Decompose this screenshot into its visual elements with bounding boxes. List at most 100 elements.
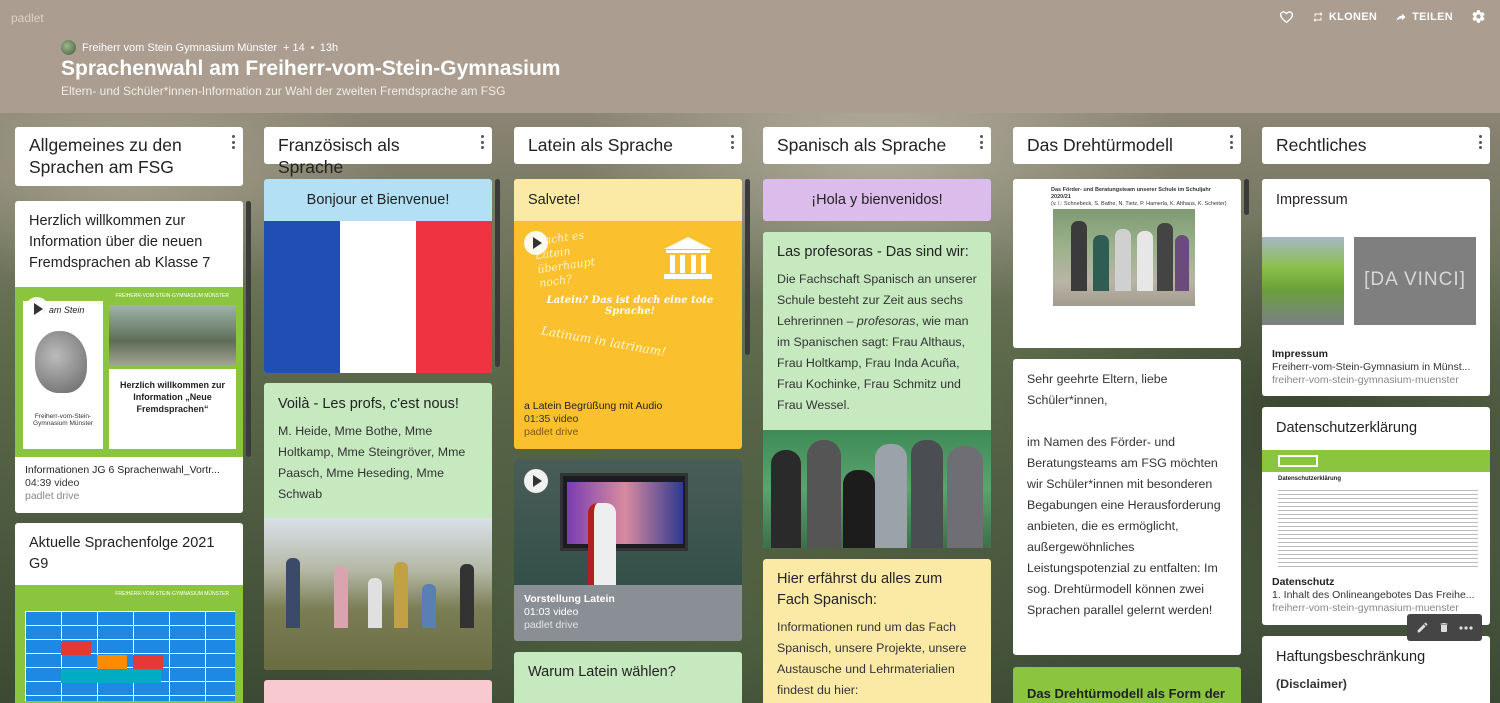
column-spanisch: Spanisch als Sprache ¡Hola y bienvenidos… [763,127,991,703]
post-title: Bonjour et Bienvenue! [306,192,450,208]
board-title: Sprachenwahl am Freiherr-vom-Stein-Gymna… [61,57,561,80]
post-card[interactable]: Bonjour et Bienvenue! [264,179,492,373]
post-title: Hier erfährst du alles zum Fach Spanisch… [777,571,943,608]
column-allgemeines: Allgemeines zu den Sprachen am FSG Herzl… [15,127,251,703]
post-title: Aktuelle Sprachenfolge 2021 G9 [29,535,215,572]
post-card[interactable]: Datenschutzerklärung Datenschutzerklärun… [1262,407,1490,625]
attachment-meta: 1. Inhalt des Onlineangebotes Das Freihe… [1272,589,1475,601]
padlet-header: padlet KLONEN TEILEN Freiherr vom Stein … [0,0,1500,113]
column-menu-icon[interactable] [1476,134,1484,150]
france-flag-image[interactable] [264,221,492,373]
attachment-meta: 01:03 video [524,606,579,618]
thumb-logo-panel: Wir am Stein Freiherr-vom-Stein-Gymnasiu… [23,301,103,449]
board-meta: Freiherr vom Stein Gymnasium Münster + 1… [61,40,338,55]
head-silhouette-icon [35,331,87,393]
post-body: (Disclaimer) [1276,677,1347,691]
caption-names: (v. l.: Schnebeck, S. Bathe, N. Tietz, P… [1051,201,1227,207]
post-card[interactable]: Das Drehtürmodell als Form der [1013,667,1241,703]
schedule-table-image [25,611,235,701]
thumb-welcome-panel: Herzlich willkommen zur Information „Neu… [109,369,236,449]
attachment-source: padlet drive [524,619,579,631]
attachment-info[interactable]: Impressum Freiherr-vom-Stein-Gymnasium i… [1262,348,1490,387]
repeat-icon [1313,11,1323,22]
thumb-welcome-text: Herzlich willkommen zur Information „Neu… [119,380,226,414]
share-button[interactable]: TEILEN [1395,11,1453,23]
trash-icon[interactable] [1438,621,1450,634]
attachment-name: Informationen JG 6 Sprachenwahl_Vortr... [25,464,220,476]
post-card[interactable]: Haftungsbeschränkung (Disclaimer) [1262,636,1490,703]
teachers-photo[interactable] [763,430,991,548]
video-thumbnail[interactable]: FREIHERR-VOM-STEIN-GYMNASIUM MÜNSTER Wir… [15,287,243,457]
post-card[interactable]: Hier erfährst du alles zum Fach Spanisch… [763,559,991,703]
attachment-info[interactable]: Informationen JG 6 Sprachenwahl_Vortr...… [15,464,243,503]
body-text: , wie man im Spanischen sagt: Frau Altha… [777,314,969,412]
more-horizontal-icon[interactable] [1459,625,1473,630]
post-body: Sehr geehrte Eltern, liebe Schüler*innen… [1013,359,1241,621]
post-card[interactable]: Aktuelle Sprachenfolge 2021 G9 FREIHERR-… [15,523,243,703]
thumb-banner: FREIHERR-VOM-STEIN-GYMNASIUM MÜNSTER [115,293,229,299]
post-card[interactable]: Las profesoras - Das sind wir: Die Fachs… [763,232,991,548]
sign-text: [DA VINCI] [1364,269,1466,290]
play-icon[interactable] [25,297,49,321]
post-card[interactable]: Warum Latein wählen? [514,652,742,703]
schedule-thumbnail[interactable]: FREIHERR-VOM-STEIN-GYMNASIUM MÜNSTER [15,585,243,703]
attachment-source: freiherr-vom-stein-gymnasium-muenster [1272,374,1459,386]
post-card[interactable]: Voilà - Les profs, c'est nous! M. Heide,… [264,383,492,670]
post-card[interactable]: Impressum [DA VINCI] Impressum Freiherr-… [1262,179,1490,396]
teachers-photo[interactable] [264,518,492,670]
pencil-icon[interactable] [1416,621,1429,634]
post-card[interactable]: Vorstellung Latein 01:03 video padlet dr… [514,459,742,641]
column-scrollbar[interactable] [495,179,500,367]
post-card[interactable] [264,680,492,703]
like-button[interactable] [1279,10,1294,24]
thumb-dead-language: Latein? Das ist doch eine tote Sprache! [546,295,714,317]
board-age: 13h [319,41,339,54]
post-card[interactable]: Das Förder- und Beratungsteam unserer Sc… [1013,179,1241,348]
site-banner [1262,450,1490,472]
column-menu-icon[interactable] [478,134,486,150]
column-latein: Latein als Sprache Salvete! Macht es Lat… [514,127,750,703]
video-thumbnail[interactable]: Macht es Latein überhaupt noch? Latein? … [514,221,742,396]
attachment-info[interactable]: Vorstellung Latein 01:03 video padlet dr… [514,593,742,632]
column-menu-icon[interactable] [229,134,237,150]
post-title: Salvete! [528,192,581,208]
body-greeting: Sehr geehrte Eltern, liebe Schüler*innen… [1027,372,1168,407]
play-icon[interactable] [524,231,548,255]
post-card[interactable]: Herzlich willkommen zur Information über… [15,201,243,513]
settings-button[interactable] [1471,9,1486,24]
gear-icon [1472,10,1485,23]
play-icon[interactable] [524,469,548,493]
column-scrollbar[interactable] [745,179,750,355]
column-menu-icon[interactable] [728,134,736,150]
column-scrollbar[interactable] [246,201,251,457]
padlet-logo[interactable]: padlet [11,11,44,25]
author-name[interactable]: Freiherr vom Stein Gymnasium Münster [82,42,277,54]
post-card[interactable]: Salvete! Macht es Latein überhaupt noch?… [514,179,742,449]
attachment-meta: Freiherr-vom-Stein-Gymnasium in Münst... [1272,361,1471,373]
post-card[interactable]: ¡Hola y bienvenidos! [763,179,991,221]
post-body: M. Heide, Mme Bothe, Mme Holtkamp, Mme S… [278,424,466,501]
video-thumbnail[interactable] [514,459,742,585]
attachment-info[interactable]: a Latein Begrüßung mit Audio 01:35 video… [514,400,742,439]
column-header: Das Drehtürmodell [1013,127,1241,164]
link-preview-image[interactable]: [DA VINCI] [1262,237,1490,325]
column-scrollbar[interactable] [1244,179,1249,215]
post-card[interactable]: Sehr geehrte Eltern, liebe Schüler*innen… [1013,359,1241,655]
thumb-question: Macht es Latein überhaupt noch? [532,228,596,291]
attachment-info[interactable]: Datenschutz 1. Inhalt des Onlineangebote… [1262,576,1490,615]
thumb-banner: FREIHERR-VOM-STEIN-GYMNASIUM MÜNSTER [115,591,229,597]
sign-photo: [DA VINCI] [1354,237,1476,325]
link-preview-image[interactable]: Datenschutzerklärung [1262,450,1490,571]
column-title: Allgemeines zu den Sprachen am FSG [29,135,182,177]
post-title: Das Drehtürmodell als Form der [1027,686,1225,701]
post-title: Warum Latein wählen? [528,664,676,680]
post-title: Datenschutzerklärung [1276,420,1418,436]
clone-label: KLONEN [1328,10,1378,23]
team-photo[interactable] [1053,209,1195,306]
column-menu-icon[interactable] [1227,134,1235,150]
column-menu-icon[interactable] [977,134,985,150]
clone-button[interactable]: KLONEN [1312,11,1377,23]
author-avatar[interactable] [61,40,76,55]
thumb-motto: Latinum in latrinam! [540,323,667,360]
column-header: Spanisch als Sprache [763,127,991,164]
